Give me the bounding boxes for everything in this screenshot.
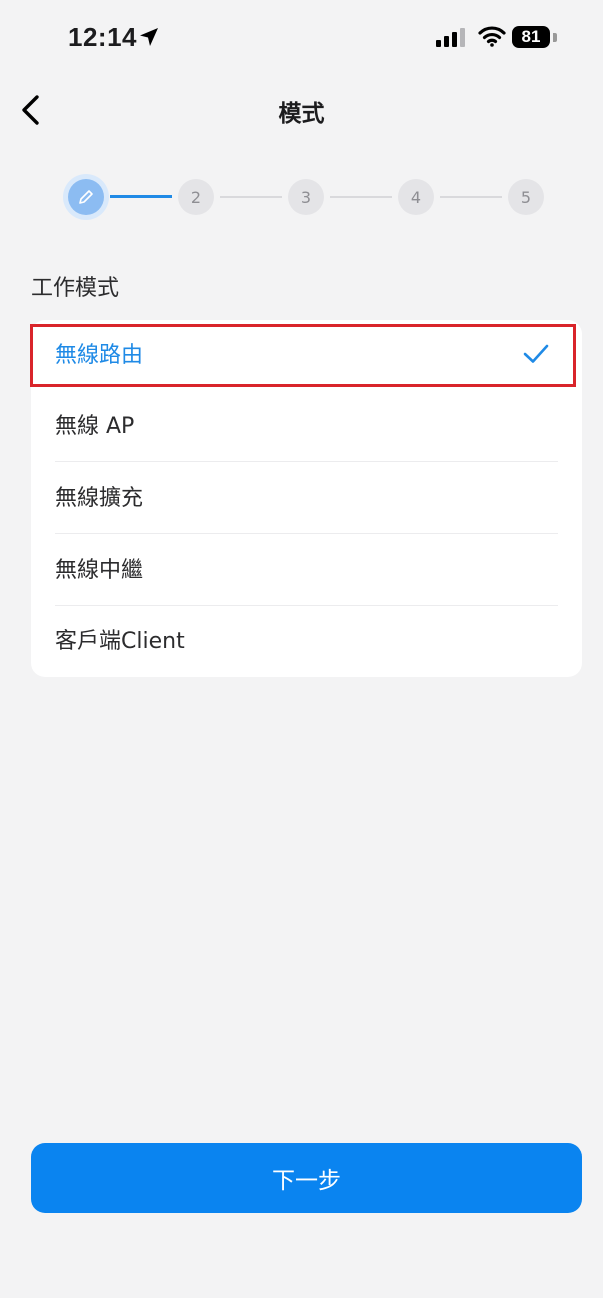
battery-indicator: 81 <box>512 26 550 48</box>
status-time: 12:14 <box>68 22 137 52</box>
location-arrow-icon <box>140 28 158 46</box>
section-title-work-mode: 工作模式 <box>31 276 120 301</box>
mode-option-label: 無線擴充 <box>55 486 144 511</box>
step-connector <box>330 196 392 198</box>
step-connector <box>440 196 502 198</box>
nav-bar: 模式 <box>0 80 603 140</box>
step-connector-active <box>110 195 172 198</box>
step-1-current <box>68 179 104 215</box>
mode-list: 無線路由 無線 AP 無線擴充 無線中繼 客戶端Client <box>31 320 582 677</box>
mode-option-wireless-repeater[interactable]: 無線中繼 <box>31 535 582 606</box>
step-5: 5 <box>508 179 544 215</box>
progress-stepper: 2 3 4 5 <box>66 178 546 218</box>
step-4: 4 <box>398 179 434 215</box>
mode-option-wireless-router[interactable]: 無線路由 <box>31 320 582 391</box>
step-2: 2 <box>178 179 214 215</box>
page-title: 模式 <box>278 101 325 127</box>
list-divider <box>55 533 558 534</box>
next-step-button[interactable]: 下一步 <box>31 1143 582 1213</box>
mode-option-wireless-extender[interactable]: 無線擴充 <box>31 463 582 534</box>
mode-option-client[interactable]: 客戶端Client <box>31 606 582 677</box>
checkmark-icon <box>523 344 549 363</box>
step-3: 3 <box>288 179 324 215</box>
status-bar: 12:14 81 <box>0 0 603 80</box>
cellular-signal-icon <box>436 28 465 47</box>
battery-level: 81 <box>521 27 541 46</box>
mode-option-label: 客戶端Client <box>55 629 185 654</box>
step-connector <box>220 196 282 198</box>
bottom-safe-area <box>0 1298 603 1312</box>
mode-option-label: 無線 AP <box>55 414 135 439</box>
mode-option-label: 無線路由 <box>55 343 144 368</box>
wifi-icon <box>478 26 506 47</box>
pencil-icon <box>79 190 93 204</box>
mode-option-wireless-ap[interactable]: 無線 AP <box>31 391 582 462</box>
battery-cap <box>553 33 557 42</box>
mode-option-label: 無線中繼 <box>55 558 144 583</box>
list-divider <box>55 461 558 462</box>
